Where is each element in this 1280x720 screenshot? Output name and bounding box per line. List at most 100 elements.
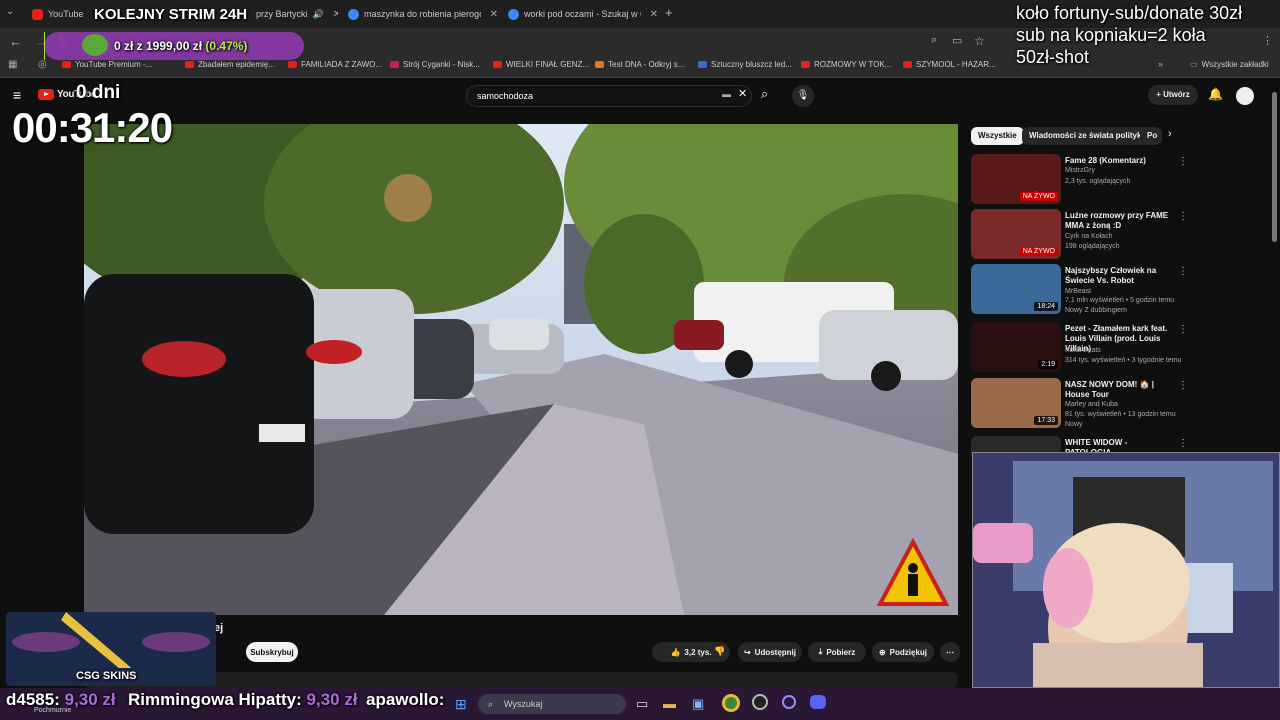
chip-more[interactable]: Po — [1140, 127, 1162, 145]
store-icon[interactable]: ▣ — [692, 696, 704, 712]
chip-politics[interactable]: Wiadomości ze świata polityki — [1022, 127, 1151, 145]
wheel-of-fortune-info: koło fortuny-sub/donate 30zł sub na kopn… — [1016, 2, 1242, 68]
create-button[interactable]: + Utwórz — [1148, 85, 1198, 105]
goal-amount: 0 zł z 1999,00 zł — [114, 39, 203, 53]
recommendation-item[interactable]: NA ŻYWO Luźne rozmowy przy FAME MMA z żo… — [971, 209, 1261, 261]
globe-icon[interactable]: ◎ — [38, 59, 47, 70]
search-icon[interactable]: ⌕ — [761, 86, 768, 102]
more-options-icon[interactable]: ⋮ — [1178, 156, 1188, 167]
notifications-bell-icon[interactable]: 🔔 — [1208, 87, 1223, 101]
chrome-icon[interactable] — [722, 694, 740, 712]
channel-name: MrBeast — [1065, 288, 1092, 295]
more-options-icon[interactable]: ⋮ — [1178, 266, 1188, 277]
create-label: Utwórz — [1163, 90, 1190, 99]
donation-goal-fill — [44, 32, 46, 60]
taskbar-search[interactable]: ⌕ Wyszukaj — [478, 694, 626, 714]
close-tab-icon[interactable]: ✕ — [490, 9, 498, 20]
bookmark-star-icon[interactable]: ☆ — [974, 34, 985, 48]
bookmark-item[interactable]: YouTube Premium -... — [62, 60, 152, 69]
search-icon: ⌕ — [488, 699, 494, 709]
favicon-icon — [698, 61, 707, 68]
bookmark-item[interactable]: Test DNA - Odkryj s... — [595, 60, 684, 69]
recommendation-item[interactable]: 2:19 Pezet - Złamałem kark feat. Louis V… — [971, 322, 1261, 374]
tab-bartycki[interactable]: przy Bartycki 🔊 ✕ — [256, 4, 338, 24]
youtube-favicon-icon — [493, 61, 502, 68]
chevron-right-icon[interactable]: › — [1168, 128, 1172, 140]
tab-youtube[interactable]: YouTube — [32, 4, 92, 24]
thanks-button[interactable]: ⊕ Podziękuj — [872, 642, 934, 662]
like-count: 3,2 tys. — [684, 647, 712, 657]
more-options-icon[interactable]: ⋮ — [1178, 211, 1188, 222]
video-tags: Nowy — [1065, 421, 1083, 428]
bookmark-item[interactable]: Zbadałem epidemię... — [185, 60, 275, 69]
recommendation-item[interactable]: 18:24 Najszybszy Człowiek na Świecie Vs.… — [971, 264, 1261, 316]
youtube-favicon-icon — [801, 61, 810, 68]
microphone-icon[interactable]: 🎙 — [792, 85, 814, 107]
cast-icon[interactable]: ▭ — [952, 34, 962, 47]
subscribe-button[interactable]: Subskrybuj — [246, 642, 298, 662]
bookmark-item[interactable]: ROZMOWY W TOK... — [801, 60, 891, 69]
back-icon[interactable]: ← — [9, 34, 22, 49]
goal-percent: (0.47%) — [205, 39, 248, 53]
wheel-info-line: koło fortuny-sub/donate 30zł — [1016, 3, 1243, 23]
bookmark-item[interactable]: WIELKI FINAŁ GENZ... — [493, 60, 589, 69]
search-input[interactable]: samochodoza — [466, 85, 752, 107]
tab-label: worki pod oczami - Szukaj w Go — [524, 9, 641, 19]
windows-start-icon[interactable]: ⊞ — [455, 696, 467, 713]
file-explorer-icon[interactable]: ▬ — [663, 696, 676, 711]
video-meta: 7,1 mln wyświetleń • 5 godzin temu — [1065, 297, 1175, 304]
apps-grid-icon[interactable]: ▦ — [8, 59, 17, 70]
keyboard-icon[interactable]: ▬ — [722, 89, 731, 99]
new-tab-icon[interactable]: + — [665, 5, 673, 20]
pepe-avatar-icon — [82, 34, 108, 56]
duration-badge: 18:24 — [1034, 302, 1058, 311]
sponsor-name: CSG SKINS — [76, 670, 137, 682]
avatar[interactable] — [1236, 87, 1254, 105]
zoom-icon[interactable]: ⌕ — [931, 34, 937, 47]
recommendation-item[interactable]: NA ŻYWO Fame 28 (Komentarz) MistrzGry 2,… — [971, 154, 1261, 206]
task-view-icon[interactable]: ▭ — [636, 696, 648, 712]
video-thumbnail: NA ŻYWO — [971, 154, 1061, 204]
weather-label: Pochmurnie — [34, 707, 72, 714]
youtube-favicon-icon — [62, 61, 71, 68]
more-options-icon[interactable]: ⋮ — [1178, 438, 1188, 449]
video-player[interactable] — [84, 124, 958, 615]
donation-entry: apawollo: — [366, 690, 444, 710]
bookmark-label: Strój Cyganki - Nisk... — [403, 60, 480, 69]
discord-icon[interactable] — [810, 695, 826, 709]
video-meta: 2,3 tys. oglądających — [1065, 178, 1131, 185]
hamburger-menu-icon[interactable]: ≡ — [13, 87, 21, 103]
tab-pierogi[interactable]: maszynka do robienia pierogów ✕ — [348, 4, 498, 24]
download-button[interactable]: ⤓ Pobierz — [808, 642, 866, 662]
download-icon: ⤓ — [818, 647, 823, 656]
more-options-icon[interactable]: ⋮ — [1178, 324, 1188, 335]
tab-list-icon[interactable]: ⌄ — [6, 6, 14, 17]
channel-name: Marley and Kuba — [1065, 401, 1118, 408]
thumbs-down-icon[interactable]: 👎 — [714, 646, 725, 657]
video-meta: 198 oglądających — [1065, 243, 1120, 250]
stream-title: KOLEJNY STRIM 24H — [94, 6, 248, 23]
app-icon[interactable] — [752, 694, 768, 710]
wheel-info-line: sub na kopniaku=2 koła — [1016, 25, 1206, 45]
more-actions-icon[interactable]: ⋯ — [940, 642, 960, 662]
bookmark-item[interactable]: Sztuczny bluszcz led... — [698, 60, 792, 69]
bookmark-item[interactable]: Strój Cyganki - Nisk... — [390, 60, 480, 69]
bookmark-item[interactable]: SZYMOOL - HAZAR... — [903, 60, 996, 69]
clear-search-icon[interactable]: ✕ — [738, 87, 747, 100]
share-icon: ↪ — [743, 647, 751, 657]
close-tab-icon[interactable]: ✕ — [333, 9, 338, 20]
bookmark-item[interactable]: FAMILIADA Z ZAWO... — [288, 60, 382, 69]
more-options-icon[interactable]: ⋮ — [1178, 380, 1188, 391]
share-button[interactable]: ↪ Udostępnij — [738, 642, 802, 662]
chip-all[interactable]: Wszystkie — [971, 127, 1024, 145]
close-tab-icon[interactable]: ✕ — [650, 9, 658, 20]
bookmark-label: Test DNA - Odkryj s... — [608, 60, 685, 69]
video-title: NASZ NOWY DOM! 🏠 | House Tour — [1065, 380, 1154, 399]
thumbs-up-icon: 👍 — [670, 647, 681, 657]
page-scrollbar[interactable] — [1272, 92, 1277, 242]
app-icon[interactable] — [782, 695, 796, 709]
thanks-icon: ⊕ — [878, 647, 886, 657]
recommendation-item[interactable]: 17:33 NASZ NOWY DOM! 🏠 | House Tour Marl… — [971, 378, 1261, 430]
tab-worki[interactable]: worki pod oczami - Szukaj w Go ✕ — [508, 4, 658, 24]
browser-menu-icon[interactable]: ⋮ — [1262, 34, 1273, 47]
